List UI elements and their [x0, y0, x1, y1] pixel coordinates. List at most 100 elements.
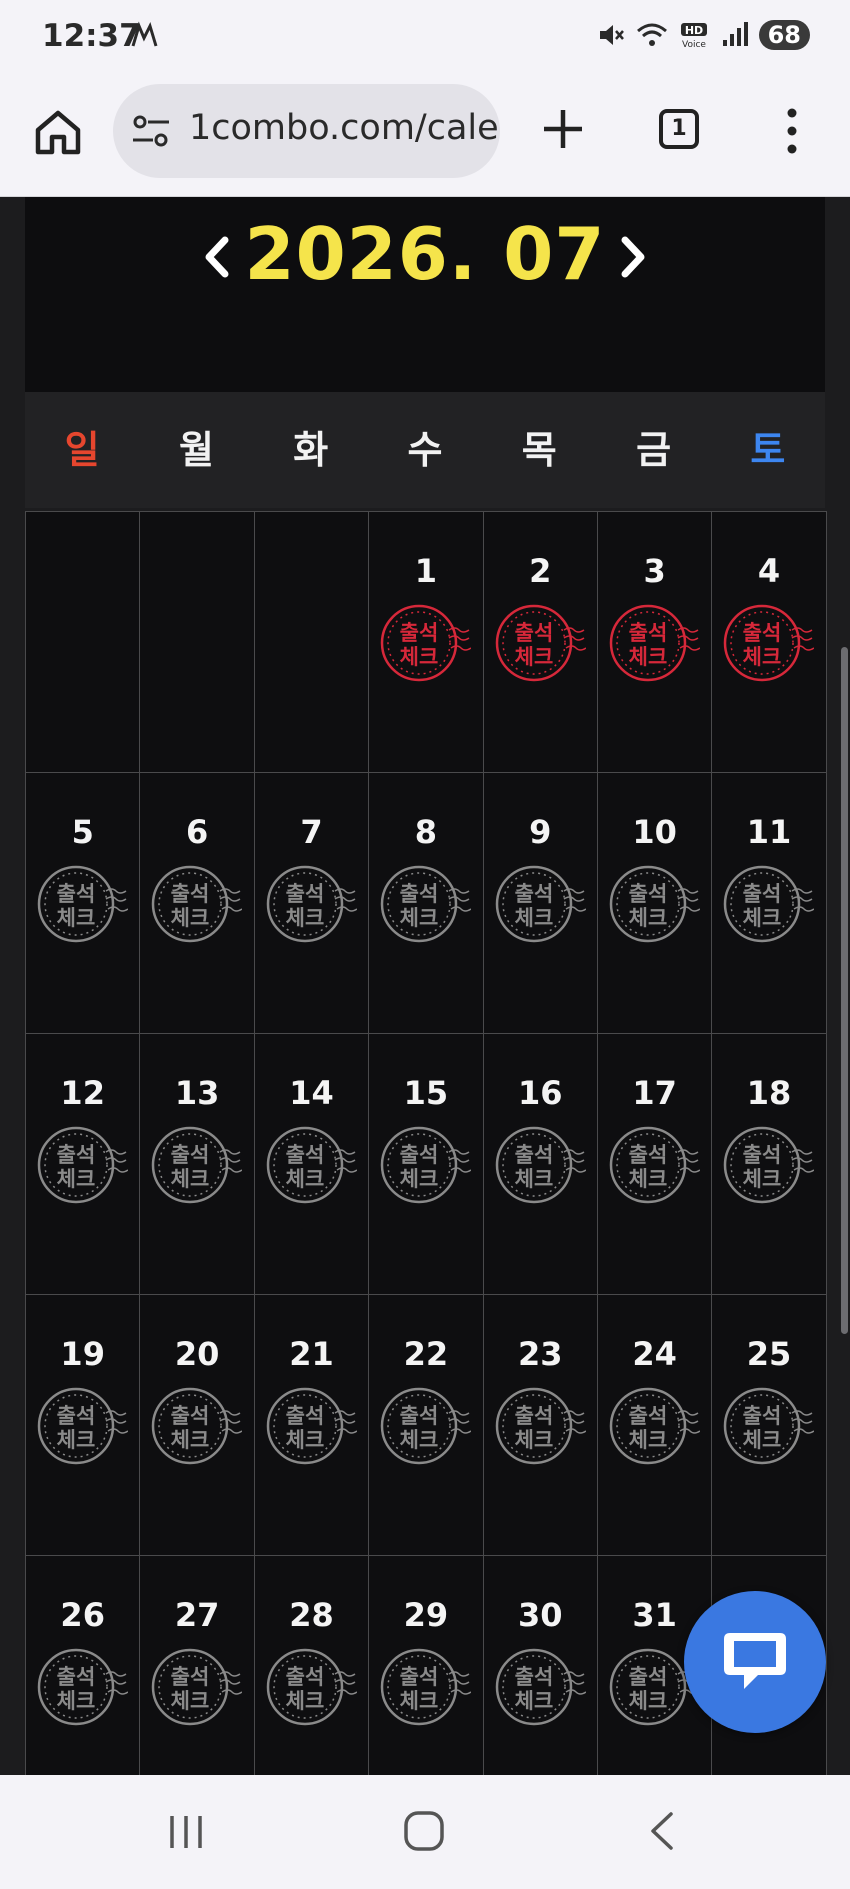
calendar-cell[interactable]: 20 출석 체크	[140, 1295, 255, 1556]
day-number: 6	[185, 813, 209, 851]
calendar-cell[interactable]: 13 출석 체크	[140, 1034, 255, 1295]
stamp-line1: 출석	[400, 882, 439, 906]
calendar-grid: 1 출석 체크 2 출석 체크 3 출석 체크 4 출석 체크 5 출석 체크 6 출석 체크 7 출석 체크 8 출석 체크…	[25, 511, 827, 1775]
attendance-stamp-checked: 출석체크	[609, 604, 700, 682]
attendance-stamp-unchecked: 출석체크	[152, 865, 243, 943]
calendar-cell[interactable]: 27 출석 체크	[140, 1556, 255, 1775]
day-number: 21	[289, 1335, 334, 1373]
mute-icon	[599, 25, 624, 45]
attendance-stamp-unchecked: 출석체크	[724, 1387, 815, 1465]
day-number: 16	[517, 1074, 563, 1112]
stamp-line2: 체크	[629, 1167, 668, 1191]
weekday-mon: 월	[178, 428, 214, 472]
stamp-line2: 체크	[514, 1167, 553, 1191]
day-number: 27	[174, 1596, 220, 1634]
attendance-stamp-unchecked: 출석체크	[37, 1648, 128, 1726]
calendar-cell[interactable]: 8 출석 체크	[369, 773, 484, 1034]
wifi-icon	[636, 23, 667, 46]
calendar-cell[interactable]: 19 출석 체크	[26, 1295, 141, 1556]
tab-switcher-button[interactable]: 1	[659, 109, 699, 149]
attendance-stamp-unchecked: 출석체크	[495, 1387, 586, 1465]
calendar-cell[interactable]: 24 출석 체크	[597, 1295, 713, 1556]
attendance-stamp-unchecked: 출석체크	[266, 865, 357, 943]
stamp-line2: 체크	[400, 1689, 439, 1713]
calendar-cell[interactable]: 1 출석 체크	[369, 512, 484, 773]
calendar-cell[interactable]: 15 출석 체크	[369, 1034, 484, 1295]
day-number: 18	[746, 1074, 792, 1112]
calendar-cell[interactable]: 5 출석 체크	[26, 773, 141, 1034]
attendance-stamp-unchecked: 출석체크	[495, 1126, 586, 1204]
scrollbar[interactable]	[841, 647, 848, 1334]
stamp-line2: 체크	[514, 645, 553, 669]
chevron-right-icon[interactable]	[613, 232, 653, 282]
calendar-cell[interactable]: 6 출석 체크	[140, 773, 255, 1034]
stamp-line1: 출석	[400, 1665, 439, 1689]
stamp-line2: 체크	[629, 1428, 668, 1452]
recent-apps-icon[interactable]	[166, 1812, 206, 1852]
calendar-cell[interactable]: 11 출석 체크	[712, 773, 827, 1034]
day-number: 20	[174, 1335, 220, 1373]
calendar-cell[interactable]: 17 출석 체크	[597, 1034, 713, 1295]
attendance-stamp-unchecked: 출석체크	[609, 865, 700, 943]
weekday-sat: 토	[750, 428, 786, 472]
back-icon[interactable]	[647, 1810, 677, 1852]
day-number: 4	[757, 552, 781, 590]
stamp-line2: 체크	[400, 645, 439, 669]
calendar-header: 2026. 07	[25, 197, 825, 392]
day-number: 1	[414, 552, 437, 590]
attendance-stamp-unchecked: 출석체크	[37, 1387, 128, 1465]
calendar-cell[interactable]: 10 출석 체크	[597, 773, 713, 1034]
plus-icon[interactable]	[538, 104, 588, 154]
attendance-stamp-unchecked: 출석체크	[495, 1648, 586, 1726]
attendance-stamp-checked: 출석체크	[380, 604, 472, 682]
attendance-stamp-unchecked: 출석체크	[495, 865, 586, 943]
attendance-stamp-unchecked: 출석체크	[266, 1387, 357, 1465]
stamp-line2: 체크	[743, 1167, 782, 1191]
calendar-cell[interactable]: 3 출석 체크	[597, 512, 713, 773]
stamp-line2: 체크	[743, 1428, 782, 1452]
calendar-cell[interactable]: 21 출석 체크	[254, 1295, 370, 1556]
calendar-cell[interactable]: 4 출석 체크	[712, 512, 827, 773]
calendar-cell[interactable]: 23 출석 체크	[483, 1295, 598, 1556]
calendar-cell[interactable]: 25 출석 체크	[712, 1295, 827, 1556]
calendar-cell[interactable]: 22 출석 체크	[369, 1295, 484, 1556]
battery-indicator: 68	[758, 20, 810, 50]
stamp-line2: 체크	[285, 906, 324, 930]
stamp-line2: 체크	[743, 906, 782, 930]
stamp-line1: 출석	[285, 882, 324, 906]
stamp-line1: 출석	[57, 1404, 96, 1428]
calendar-cell[interactable]: 9 출석 체크	[483, 773, 598, 1034]
stamp-line1: 출석	[514, 1143, 553, 1167]
calendar-cell[interactable]: 2 출석 체크	[483, 512, 598, 773]
attendance-stamp-checked: 출석체크	[724, 604, 815, 682]
stamp-line1: 출석	[514, 1665, 553, 1689]
calendar-cell	[254, 512, 370, 773]
chat-button[interactable]	[684, 1591, 826, 1733]
day-number: 5	[71, 813, 94, 851]
calendar-cell[interactable]: 12 출석 체크	[26, 1034, 141, 1295]
weekday-fri: 금	[636, 428, 672, 472]
chat-bubble-icon	[724, 1633, 786, 1689]
calendar-cell[interactable]: 18 출석 체크	[712, 1034, 827, 1295]
weekday-tue: 화	[293, 428, 329, 472]
stamp-line1: 출석	[629, 1143, 668, 1167]
calendar-cell[interactable]: 16 출석 체크	[483, 1034, 598, 1295]
calendar-cell[interactable]: 29 출석 체크	[369, 1556, 484, 1775]
url-text[interactable]: 1combo.com/calendar	[189, 108, 500, 148]
stamp-line2: 체크	[514, 906, 553, 930]
calendar-cell	[26, 512, 141, 773]
stamp-line1: 출석	[57, 1143, 96, 1167]
more-vert-icon[interactable]	[782, 105, 802, 157]
calendar-cell[interactable]: 28 출석 체크	[254, 1556, 370, 1775]
attendance-stamp-unchecked: 출석체크	[37, 865, 128, 943]
tune-icon[interactable]	[131, 114, 171, 148]
stamp-line2: 체크	[171, 906, 210, 930]
home-nav-icon[interactable]	[403, 1810, 445, 1852]
url-bar[interactable]: 1combo.com/calendar	[113, 84, 500, 178]
day-number: 14	[289, 1074, 334, 1112]
home-icon[interactable]	[32, 106, 84, 158]
calendar-cell[interactable]: 7 출석 체크	[254, 773, 370, 1034]
calendar-cell[interactable]: 14 출석 체크	[254, 1034, 370, 1295]
calendar-cell[interactable]: 26 출석 체크	[26, 1556, 141, 1775]
calendar-cell[interactable]: 30 출석 체크	[483, 1556, 598, 1775]
